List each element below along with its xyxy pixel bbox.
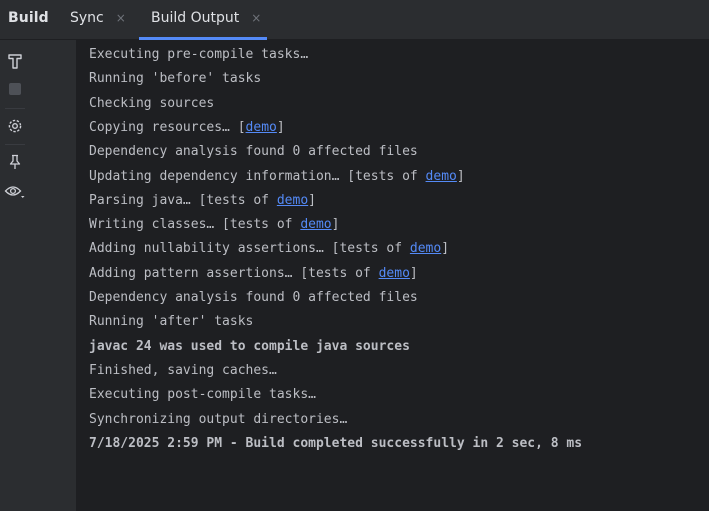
console-text: Updating dependency information… [tests …: [89, 168, 426, 184]
view-options-button[interactable]: [4, 180, 26, 202]
console-line: Parsing java… [tests of demo]: [89, 192, 316, 210]
console-line: Running 'before' tasks: [89, 71, 262, 87]
tool-window-title: Build: [8, 10, 49, 26]
console-text: Adding pattern assertions… [tests of: [89, 265, 379, 281]
console-line: Running 'after' tasks: [89, 314, 254, 330]
console-line: Finished, saving caches…: [89, 362, 277, 378]
console-text: Parsing java… [tests of: [89, 192, 277, 208]
module-link[interactable]: demo: [300, 217, 331, 232]
toolbar-divider: [5, 108, 25, 109]
build-output-console[interactable]: Executing pre-compile tasks… Running 'bef…: [76, 41, 709, 511]
console-text: ]: [456, 168, 465, 184]
console-line: Updating dependency information… [tests …: [89, 168, 465, 186]
console-line: Adding pattern assertions… [tests of dem…: [89, 265, 418, 283]
eye-icon: [4, 186, 25, 198]
console-line: 7/18/2025 2:59 PM - Build completed succ…: [89, 435, 583, 451]
console-text: ]: [409, 265, 418, 281]
rebuild-button[interactable]: [4, 50, 26, 72]
close-icon[interactable]: ×: [251, 11, 261, 25]
close-icon[interactable]: ×: [116, 11, 126, 25]
settings-button[interactable]: [4, 115, 26, 137]
tab-bar: Build Sync × Build Output ×: [0, 0, 709, 40]
console-text: Adding nullability assertions… [tests of: [89, 241, 410, 257]
tab-sync[interactable]: Sync ×: [70, 10, 126, 26]
console-text: ]: [441, 241, 450, 257]
console-line: Executing post-compile tasks…: [89, 387, 316, 403]
toolbar-divider: [5, 144, 25, 145]
active-tab-indicator: [139, 37, 267, 40]
module-link[interactable]: demo: [426, 169, 457, 184]
console-line: Synchronizing output directories…: [89, 411, 348, 427]
settings-icon: [8, 119, 22, 133]
console-line: javac 24 was used to compile java source…: [89, 338, 410, 354]
console-text: ]: [331, 217, 340, 233]
stop-icon: [9, 83, 21, 95]
console-text: Copying resources… [: [89, 119, 246, 135]
console-line: Dependency analysis found 0 affected fil…: [89, 144, 418, 160]
pin-button[interactable]: [4, 151, 26, 173]
console-line: Copying resources… [demo]: [89, 119, 285, 137]
console-text: ]: [308, 192, 316, 208]
module-link[interactable]: demo: [379, 266, 410, 281]
module-link[interactable]: demo: [410, 241, 441, 256]
pin-icon: [9, 154, 21, 169]
left-toolbar: [0, 40, 30, 511]
console-gutter: [30, 40, 76, 511]
stop-button[interactable]: [4, 78, 26, 100]
console-line: Adding nullability assertions… [tests of…: [89, 240, 449, 258]
hammer-icon: [8, 54, 22, 69]
console-text: ]: [276, 119, 285, 135]
module-link[interactable]: demo: [277, 193, 308, 208]
tab-label: Build Output: [151, 10, 240, 26]
console-text: Writing classes… [tests of: [89, 217, 301, 233]
tab-build-output[interactable]: Build Output ×: [151, 10, 261, 26]
console-line: Checking sources: [89, 95, 215, 111]
module-link[interactable]: demo: [246, 120, 277, 135]
tab-label: Sync: [70, 10, 104, 26]
build-tool-window: Build Sync × Build Output × Executing pr…: [0, 0, 709, 511]
console-line: Writing classes… [tests of demo]: [89, 216, 339, 234]
console-line: Dependency analysis found 0 affected fil…: [89, 290, 418, 305]
console-line: Executing pre-compile tasks…: [89, 47, 309, 62]
